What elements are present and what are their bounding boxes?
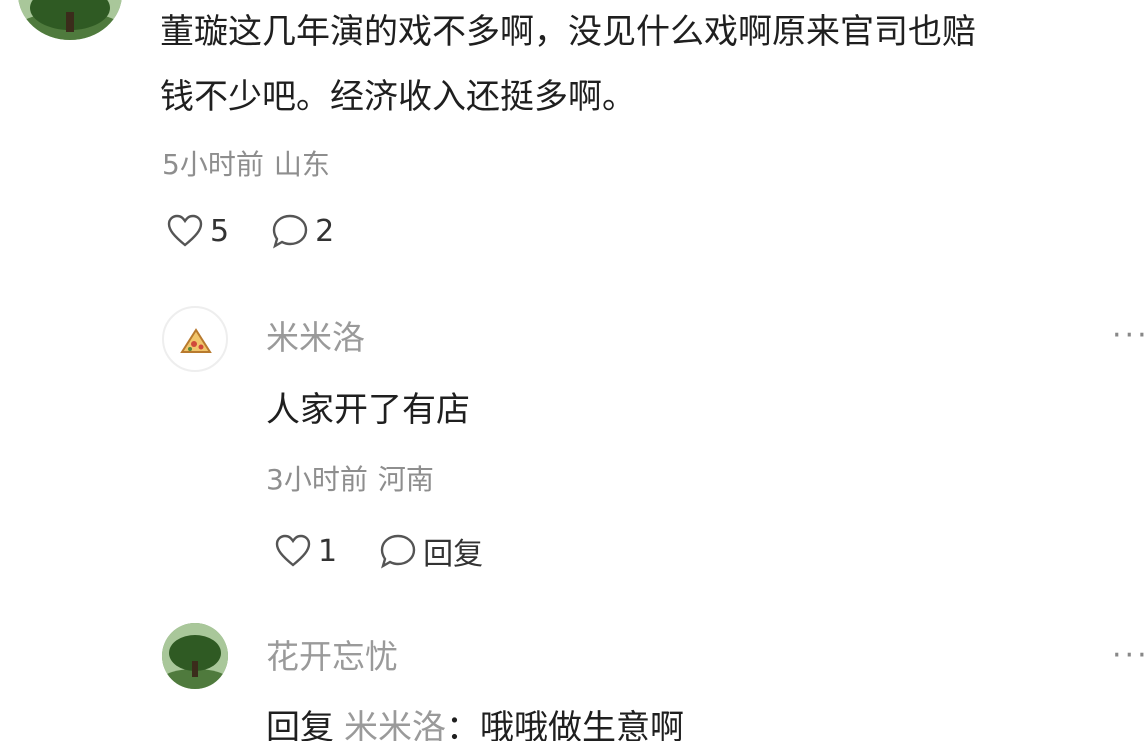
- reply-location: 河南: [377, 463, 434, 496]
- reply-actions: 1 回复: [274, 529, 525, 573]
- like-button[interactable]: 5: [166, 214, 229, 249]
- reply-colon: ：: [446, 708, 480, 741]
- reply-avatar[interactable]: [162, 623, 228, 689]
- reply-text: 回复 米米洛：哦哦做生意啊: [266, 700, 684, 741]
- tree-avatar-icon: [162, 623, 228, 689]
- reply-avatar[interactable]: [162, 306, 228, 372]
- reply-body: 哦哦做生意啊: [480, 708, 684, 741]
- reply-username[interactable]: 米米洛: [266, 311, 365, 359]
- comment-actions: 5 2: [166, 213, 376, 249]
- comment-time: 5小时前: [162, 148, 264, 181]
- speech-bubble-icon: [272, 214, 308, 249]
- more-options-button[interactable]: ···: [1112, 638, 1147, 673]
- commenter-avatar[interactable]: [18, 0, 122, 40]
- comment-count: 2: [315, 213, 335, 249]
- comment-meta: 5小时前 山东: [162, 143, 330, 183]
- reply-meta: 3小时前 河南: [266, 458, 434, 498]
- tree-avatar-icon: [18, 0, 122, 40]
- comment-text-line: 钱不少吧。经济收入还挺多啊。: [160, 77, 636, 117]
- more-options-button[interactable]: ···: [1112, 318, 1147, 353]
- reply-username[interactable]: 花开忘忧: [266, 630, 398, 678]
- like-count: 5: [210, 213, 230, 249]
- comment-text: 董璇这几年演的戏不多啊，没见什么戏啊原来官司也赔 钱不少吧。经济收入还挺多啊。: [160, 0, 1147, 130]
- comment-location: 山东: [273, 148, 330, 181]
- heart-icon: [167, 214, 203, 247]
- reply-time: 3小时前: [266, 463, 368, 496]
- speech-bubble-icon: [380, 534, 416, 569]
- comment-thread: 董璇这几年演的戏不多啊，没见什么戏啊原来官司也赔 钱不少吧。经济收入还挺多啊。 …: [0, 0, 1147, 741]
- heart-icon: [275, 534, 311, 567]
- reply-target-user[interactable]: 米米洛: [344, 708, 446, 741]
- reply-button[interactable]: 回复: [379, 529, 483, 573]
- pizza-avatar-icon: [180, 328, 212, 353]
- reply-text: 人家开了有店: [266, 390, 470, 430]
- comment-text-line: 董璇这几年演的戏不多啊，没见什么戏啊原来官司也赔: [160, 12, 976, 52]
- comment-button[interactable]: 2: [271, 213, 334, 249]
- like-button[interactable]: 1: [274, 534, 337, 569]
- reply-label: 回复: [423, 537, 484, 572]
- reply-prefix: 回复: [266, 708, 334, 741]
- like-count: 1: [318, 533, 338, 569]
